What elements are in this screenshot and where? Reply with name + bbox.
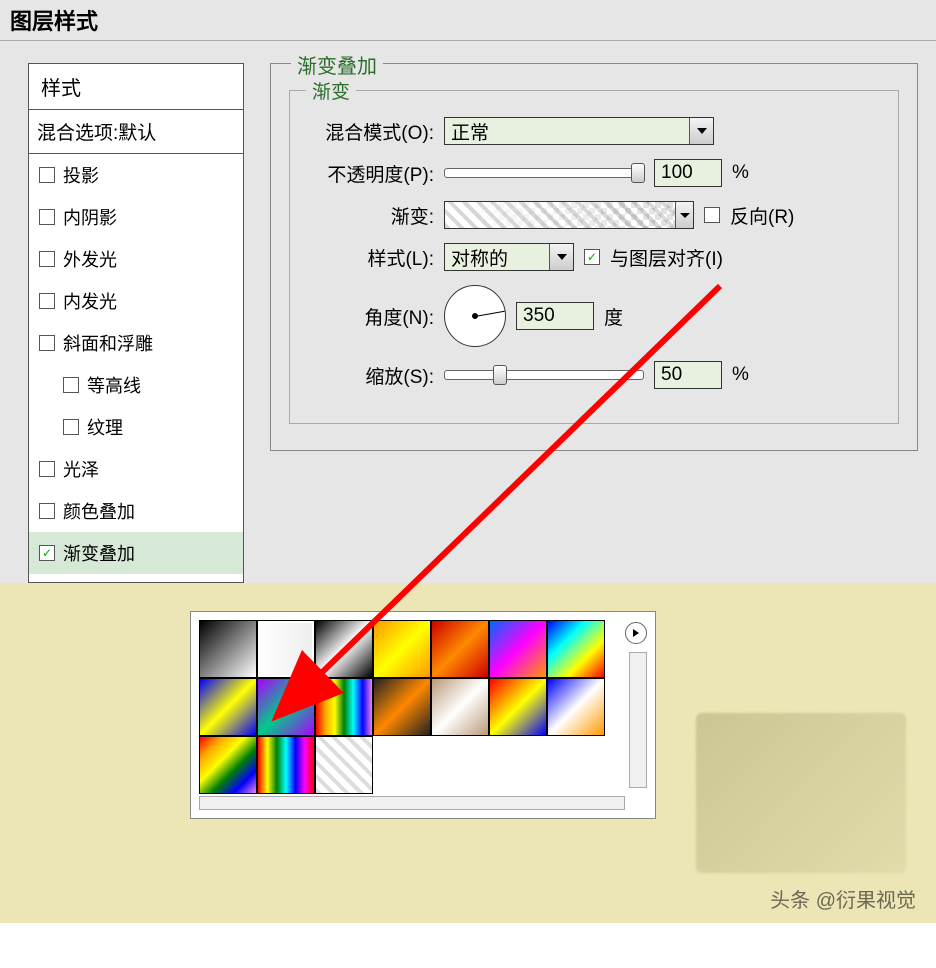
scale-label: 缩放(S): bbox=[304, 362, 434, 389]
style-item-contour[interactable]: 等高线 bbox=[29, 364, 243, 406]
blend-mode-select[interactable]: 正常 bbox=[444, 117, 714, 145]
gradient-swatch[interactable] bbox=[199, 736, 257, 794]
scrollbar-horizontal[interactable] bbox=[199, 796, 625, 810]
style-label: 样式(L): bbox=[304, 244, 434, 271]
gradient-label: 渐变: bbox=[304, 202, 434, 229]
flyout-menu-button[interactable] bbox=[625, 622, 647, 644]
scale-unit: % bbox=[732, 364, 749, 386]
style-item-label: 投影 bbox=[63, 162, 99, 188]
checkbox-icon[interactable] bbox=[63, 419, 79, 435]
style-item-drop-shadow[interactable]: 投影 bbox=[29, 154, 243, 196]
gradient-swatch[interactable] bbox=[373, 620, 431, 678]
slider-thumb[interactable] bbox=[631, 163, 645, 183]
style-item-texture[interactable]: 纹理 bbox=[29, 406, 243, 448]
gradient-swatch[interactable] bbox=[431, 678, 489, 736]
gradient-swatch[interactable] bbox=[257, 620, 315, 678]
checkbox-icon[interactable] bbox=[39, 461, 55, 477]
gradient-presets-popup: 头条 @衍果视觉 bbox=[0, 583, 936, 923]
angle-label: 角度(N): bbox=[304, 303, 434, 330]
scrollbar-vertical[interactable] bbox=[629, 652, 647, 788]
opacity-unit: % bbox=[732, 162, 749, 184]
style-item-label: 外发光 bbox=[63, 246, 117, 272]
checkbox-icon[interactable] bbox=[39, 503, 55, 519]
style-item-label: 等高线 bbox=[87, 372, 141, 398]
chevron-down-icon[interactable] bbox=[689, 118, 713, 144]
scale-slider[interactable] bbox=[444, 370, 644, 380]
panel-title: 渐变叠加 bbox=[291, 50, 383, 79]
style-item-label: 内阴影 bbox=[63, 204, 117, 230]
checkbox-icon[interactable] bbox=[39, 293, 55, 309]
checkbox-icon[interactable] bbox=[39, 209, 55, 225]
gradient-swatch[interactable] bbox=[199, 678, 257, 736]
watermark-text: 头条 @衍果视觉 bbox=[770, 884, 916, 913]
gradient-swatch[interactable] bbox=[257, 736, 315, 794]
reverse-label: 反向(R) bbox=[730, 202, 794, 229]
gradient-swatch[interactable] bbox=[199, 620, 257, 678]
opacity-label: 不透明度(P): bbox=[304, 160, 434, 187]
checkbox-icon[interactable] bbox=[39, 335, 55, 351]
style-item-label: 纹理 bbox=[87, 414, 123, 440]
angle-dial[interactable] bbox=[444, 285, 506, 347]
style-item-inner-glow[interactable]: 内发光 bbox=[29, 280, 243, 322]
blend-mode-value: 正常 bbox=[451, 118, 489, 145]
gradient-style-select[interactable]: 对称的 bbox=[444, 243, 574, 271]
opacity-slider[interactable] bbox=[444, 168, 644, 178]
angle-input[interactable]: 350 bbox=[516, 302, 594, 330]
gradient-picker[interactable] bbox=[444, 201, 694, 229]
background-preview bbox=[696, 713, 906, 873]
slider-thumb[interactable] bbox=[493, 365, 507, 385]
group-title: 渐变 bbox=[306, 77, 356, 104]
style-item-gradient-overlay[interactable]: ✓ 渐变叠加 bbox=[29, 532, 243, 574]
style-item-satin[interactable]: 光泽 bbox=[29, 448, 243, 490]
gradient-swatch[interactable] bbox=[315, 678, 373, 736]
gradient-overlay-panel: 渐变叠加 渐变 混合模式(O): 正常 不透明度(P): 100 % bbox=[270, 63, 918, 451]
style-item-outer-glow[interactable]: 外发光 bbox=[29, 238, 243, 280]
gradient-swatch[interactable] bbox=[547, 678, 605, 736]
scale-input[interactable]: 50 bbox=[654, 361, 722, 389]
gradient-swatch[interactable] bbox=[373, 678, 431, 736]
gradient-group: 渐变 混合模式(O): 正常 不透明度(P): 100 % bbox=[289, 90, 899, 424]
gradient-swatch[interactable] bbox=[489, 678, 547, 736]
blend-mode-label: 混合模式(O): bbox=[304, 118, 434, 145]
reverse-checkbox[interactable] bbox=[704, 207, 720, 223]
triangle-right-icon bbox=[633, 629, 639, 637]
style-item-label: 颜色叠加 bbox=[63, 498, 135, 524]
checkbox-icon[interactable] bbox=[63, 377, 79, 393]
chevron-down-icon[interactable] bbox=[549, 244, 573, 270]
chevron-down-icon[interactable] bbox=[675, 202, 693, 228]
blend-options-default[interactable]: 混合选项:默认 bbox=[29, 110, 243, 154]
style-item-color-overlay[interactable]: 颜色叠加 bbox=[29, 490, 243, 532]
opacity-input[interactable]: 100 bbox=[654, 159, 722, 187]
style-item-label: 光泽 bbox=[63, 456, 99, 482]
gradient-swatch[interactable] bbox=[431, 620, 489, 678]
checkbox-icon[interactable] bbox=[39, 167, 55, 183]
style-item-label: 内发光 bbox=[63, 288, 117, 314]
gradient-swatch[interactable] bbox=[315, 620, 373, 678]
style-item-inner-shadow[interactable]: 内阴影 bbox=[29, 196, 243, 238]
styles-header[interactable]: 样式 bbox=[29, 64, 243, 110]
style-item-label: 斜面和浮雕 bbox=[63, 330, 153, 356]
gradient-swatch[interactable] bbox=[489, 620, 547, 678]
angle-unit: 度 bbox=[604, 303, 623, 330]
gradient-style-value: 对称的 bbox=[451, 244, 508, 271]
align-checkbox[interactable]: ✓ bbox=[584, 249, 600, 265]
styles-list: 样式 混合选项:默认 投影 内阴影 外发光 内发光 斜面和浮雕 bbox=[28, 63, 244, 583]
checkbox-icon[interactable]: ✓ bbox=[39, 545, 55, 561]
style-item-label: 渐变叠加 bbox=[63, 540, 135, 566]
gradient-presets-panel bbox=[190, 611, 656, 819]
gradient-swatch[interactable] bbox=[547, 620, 605, 678]
dialog-title: 图层样式 bbox=[0, 0, 936, 41]
checkbox-icon[interactable] bbox=[39, 251, 55, 267]
gradient-swatch[interactable] bbox=[315, 736, 373, 794]
align-label: 与图层对齐(I) bbox=[610, 244, 723, 271]
style-item-bevel-emboss[interactable]: 斜面和浮雕 bbox=[29, 322, 243, 364]
gradient-swatch[interactable] bbox=[257, 678, 315, 736]
